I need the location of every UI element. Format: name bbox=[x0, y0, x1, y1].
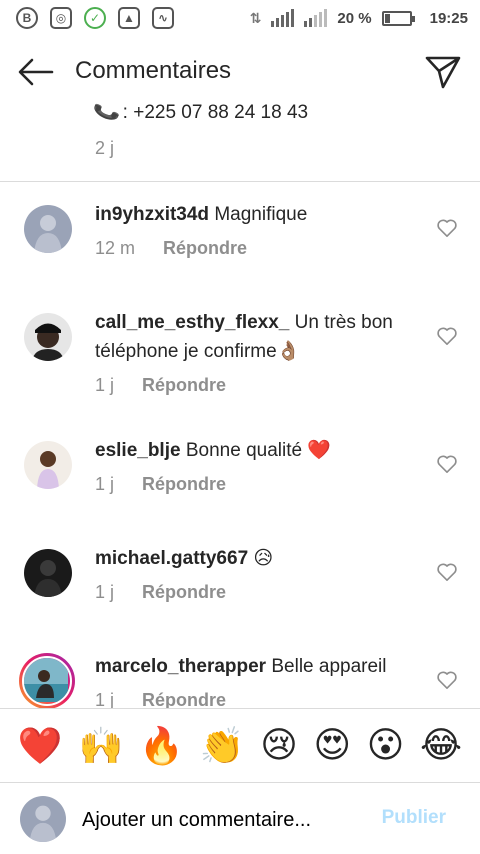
comment-meta: 12 m Répondre bbox=[95, 238, 247, 259]
user-avatar-image bbox=[24, 313, 72, 361]
comment-time: 1 j bbox=[95, 375, 115, 395]
emoji-heart-eyes-button[interactable]: 😍 bbox=[313, 725, 351, 766]
comment-body: 😥 bbox=[253, 548, 274, 569]
like-heart-icon[interactable] bbox=[436, 326, 458, 346]
emoji-fire-button[interactable]: 🔥 bbox=[139, 725, 184, 767]
emoji-quick-bar: ❤️ 🙌 🔥 👏 😢 😍 😮 😂 bbox=[0, 708, 480, 782]
reply-button[interactable]: Répondre bbox=[142, 375, 226, 396]
avatar[interactable] bbox=[24, 313, 72, 361]
comment-body: Bonne qualité ❤️ bbox=[185, 440, 331, 461]
clock: 19:25 bbox=[429, 9, 468, 27]
avatar-with-story-ring[interactable] bbox=[19, 653, 75, 708]
comment-text: in9yhzxit34d Magnifique bbox=[95, 200, 413, 229]
gallery-icon: ▲ bbox=[118, 7, 140, 29]
status-bar: B ◎ ✓ ▲ ∿ ⇅ 20 % 19:25 bbox=[0, 0, 480, 36]
comment-list[interactable]: in9yhzxit34d Magnifique 12 m Répondre ca… bbox=[0, 182, 480, 708]
comment-text: michael.gatty667 😥 bbox=[95, 544, 413, 573]
signal-icon-2 bbox=[304, 9, 328, 27]
reply-button[interactable]: Répondre bbox=[163, 238, 247, 259]
comment-text: marcelo_therapper Belle appareil bbox=[95, 652, 413, 681]
emoji-laughing-button[interactable]: 😂 bbox=[420, 725, 462, 766]
back-arrow-icon bbox=[18, 58, 54, 86]
back-button[interactable] bbox=[16, 56, 56, 88]
publish-button[interactable]: Publier bbox=[382, 807, 446, 829]
comment-text: eslie_blje Bonne qualité ❤️ bbox=[95, 436, 413, 465]
comment-username[interactable]: michael.gatty667 bbox=[95, 548, 248, 569]
user-avatar-image bbox=[20, 796, 66, 842]
comment-composer: Publier bbox=[0, 782, 480, 854]
comment-text: call_me_esthy_flexx_ Un très bon télépho… bbox=[95, 308, 413, 366]
user-avatar-image bbox=[24, 658, 68, 702]
like-heart-icon[interactable] bbox=[436, 562, 458, 582]
avatar[interactable] bbox=[24, 441, 72, 489]
user-avatar-image bbox=[24, 205, 72, 253]
comment-time: 1 j bbox=[95, 582, 115, 602]
instagram-icon: ◎ bbox=[50, 7, 72, 29]
my-avatar bbox=[20, 796, 66, 842]
comment-meta: 1 j Répondre bbox=[95, 690, 226, 708]
comment-input[interactable] bbox=[82, 805, 362, 835]
comment-time: 12 m bbox=[95, 238, 136, 258]
reply-button[interactable]: Répondre bbox=[142, 582, 226, 603]
battery-icon bbox=[381, 10, 415, 26]
reply-button[interactable]: Répondre bbox=[142, 474, 226, 495]
comment-username[interactable]: call_me_esthy_flexx_ bbox=[95, 312, 289, 333]
avatar[interactable] bbox=[24, 205, 72, 253]
emoji-heart-button[interactable]: ❤️ bbox=[18, 725, 63, 767]
comment-username[interactable]: marcelo_therapper bbox=[95, 656, 266, 677]
phone-icon: 📞 bbox=[92, 98, 122, 127]
comment-username[interactable]: in9yhzxit34d bbox=[95, 204, 209, 225]
post-time: 2 j bbox=[95, 138, 115, 158]
comment-meta: 1 j Répondre bbox=[95, 474, 226, 495]
like-heart-icon[interactable] bbox=[436, 670, 458, 690]
header: Commentaires bbox=[0, 44, 480, 100]
reply-button[interactable]: Répondre bbox=[142, 690, 226, 708]
post-caption-text: : +225 07 88 24 18 43 bbox=[122, 102, 309, 123]
vibrate-icon: ⇅ bbox=[249, 9, 262, 26]
emoji-surprised-button[interactable]: 😮 bbox=[367, 725, 405, 766]
activity-icon: ∿ bbox=[152, 7, 174, 29]
user-avatar-image bbox=[24, 549, 72, 597]
page-title: Commentaires bbox=[75, 57, 232, 84]
data-saver-icon: ✓ bbox=[84, 7, 106, 29]
battery-percent: 20 % bbox=[337, 9, 372, 27]
emoji-raising-hands-button[interactable]: 🙌 bbox=[78, 725, 123, 767]
comment-meta: 1 j Répondre bbox=[95, 375, 226, 396]
like-heart-icon[interactable] bbox=[436, 454, 458, 474]
comment-body: Belle appareil bbox=[271, 656, 387, 677]
like-heart-icon[interactable] bbox=[436, 218, 458, 238]
send-icon bbox=[425, 56, 461, 89]
notification-icons: B ◎ ✓ ▲ ∿ bbox=[16, 7, 174, 29]
emoji-clap-button[interactable]: 👏 bbox=[200, 725, 245, 767]
comment-time: 1 j bbox=[95, 690, 115, 708]
signal-icon-1 bbox=[271, 9, 295, 27]
avatar[interactable] bbox=[24, 549, 72, 597]
comment-username[interactable]: eslie_blje bbox=[95, 440, 181, 461]
comment-body: Magnifique bbox=[214, 204, 308, 225]
emoji-crying-button[interactable]: 😢 bbox=[260, 725, 298, 766]
comment-time: 1 j bbox=[95, 474, 115, 494]
share-button[interactable] bbox=[424, 54, 462, 90]
user-avatar-image bbox=[24, 441, 72, 489]
b-app-icon: B bbox=[16, 7, 38, 29]
comment-meta: 1 j Répondre bbox=[95, 582, 226, 603]
post-caption-snippet: 📞: +225 07 88 24 18 43 bbox=[92, 99, 309, 127]
